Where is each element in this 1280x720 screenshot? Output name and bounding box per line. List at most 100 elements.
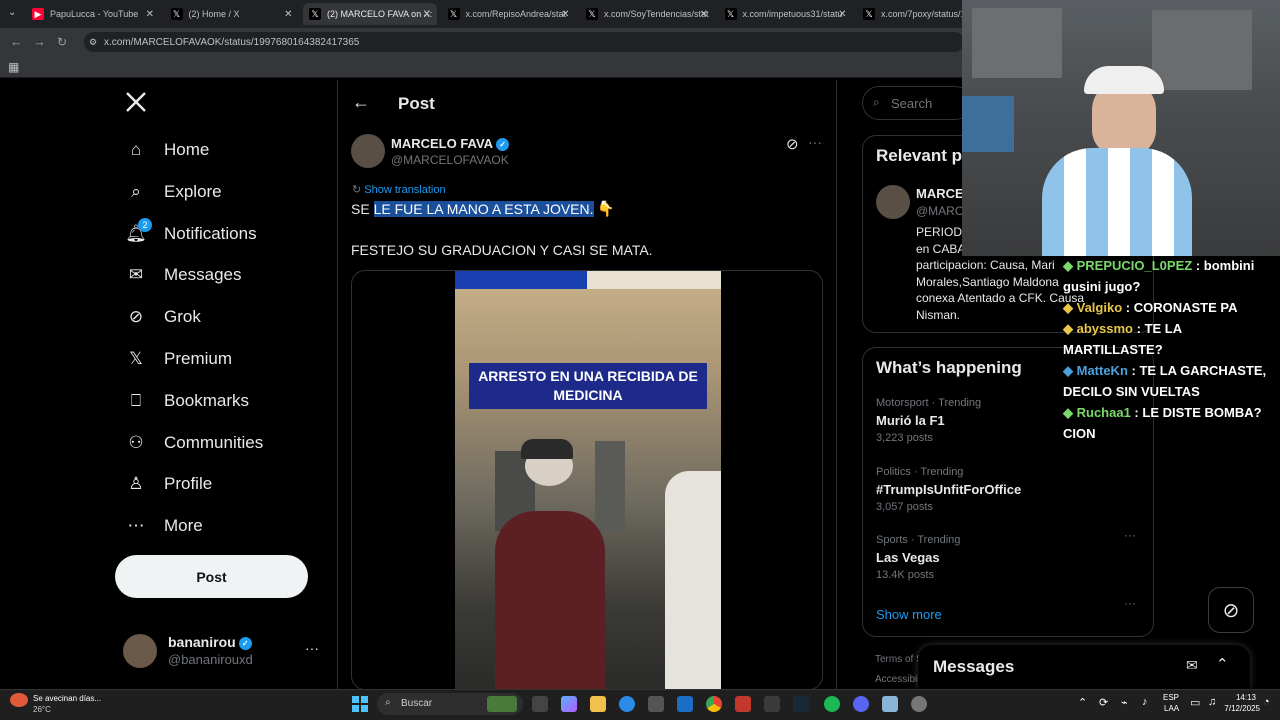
file-explorer-icon[interactable] <box>590 696 606 712</box>
tab-close-icon[interactable]: ✕ <box>146 9 154 20</box>
author-handle[interactable]: @MARCELOFAVAOK <box>391 153 509 167</box>
x-logo-icon[interactable] <box>124 90 150 116</box>
chat-badge-icon: ◆ <box>1063 258 1077 273</box>
chat-message: CION <box>1063 423 1280 444</box>
relevant-handle[interactable]: @MARC <box>916 204 964 218</box>
nav-item-home[interactable]: ⌂ Home <box>124 132 210 168</box>
tab-title: x.com/7poxy/status/19 <box>881 9 971 19</box>
task-view-icon[interactable] <box>532 696 548 712</box>
browser-tab[interactable]: 𝕏 (2) MARCELO FAVA on X: ✕ <box>303 3 437 25</box>
browser-tab[interactable]: 𝕏x.com/impetuous31/statu ✕ <box>719 3 853 25</box>
tray-app-icon[interactable]: ⟳ <box>1099 696 1108 709</box>
author-avatar[interactable] <box>351 134 385 168</box>
windows-taskbar <box>0 689 1280 720</box>
grok-icon[interactable]: ⊘ <box>786 135 799 153</box>
expand-icon[interactable]: ⌃ <box>1216 655 1229 673</box>
chrome-icon[interactable] <box>706 696 722 712</box>
app-icon[interactable] <box>882 696 898 712</box>
chat-badge-icon: ◆ <box>1063 405 1077 420</box>
relevant-name[interactable]: MARCE <box>916 186 964 201</box>
nav-item-profile[interactable]: ♙ Profile <box>124 466 212 502</box>
steam-icon[interactable] <box>793 696 809 712</box>
nav-item-label: Explore <box>164 181 222 201</box>
tab-close-icon[interactable]: ✕ <box>423 9 431 20</box>
obs-icon[interactable] <box>911 696 927 712</box>
nav-item-label: More <box>164 516 203 536</box>
footer-accessibility-link[interactable]: Accessibili <box>875 674 922 685</box>
trend-item[interactable]: Politics · Trending #TrumpIsUnfitForOffic… <box>876 466 1146 522</box>
nav-item-more[interactable]: ⋯ More <box>124 508 203 544</box>
post-button[interactable]: Post <box>115 555 308 598</box>
clock-time[interactable]: 14:13 <box>1226 693 1256 702</box>
volume-icon[interactable]: ♫ <box>1208 696 1216 708</box>
relevant-avatar[interactable] <box>876 185 910 219</box>
site-info-icon[interactable]: ⚙ <box>89 37 97 48</box>
url-input[interactable]: ⚙ x.com/MARCELOFAVAOK/status/19976801643… <box>84 32 964 52</box>
footer-terms-link[interactable]: Terms of S <box>875 654 923 665</box>
nav-item-grok[interactable]: ⊘ Grok <box>124 299 201 335</box>
back-icon[interactable]: ← <box>10 34 23 49</box>
language-indicator[interactable]: ESP <box>1163 693 1179 702</box>
windows-start-icon[interactable] <box>352 696 368 712</box>
clock-date[interactable]: 7/12/2025 <box>1222 704 1260 713</box>
new-message-icon[interactable]: ✉ <box>1186 657 1198 674</box>
notification-bell-icon[interactable]: ◔ <box>1263 696 1270 708</box>
weather-text[interactable]: Se avecinan días... <box>33 694 101 703</box>
nav-item-messages[interactable]: ✉ Messages <box>124 257 242 293</box>
chat-badge-icon: ◆ <box>1063 300 1077 315</box>
trend-more-icon[interactable]: ··· <box>1124 528 1136 542</box>
avatar[interactable] <box>123 634 157 668</box>
app-icon[interactable] <box>735 696 751 712</box>
chat-separator: : <box>1122 300 1131 315</box>
tab-close-icon[interactable]: ✕ <box>561 9 569 20</box>
tab-close-icon[interactable]: ✕ <box>700 9 708 20</box>
back-arrow-icon[interactable]: ← <box>352 92 370 113</box>
tab-close-icon[interactable]: ✕ <box>284 9 292 20</box>
messages-drawer[interactable]: Messages ✉ ⌃ <box>918 645 1250 690</box>
tray-network-icon[interactable]: ⌁ <box>1121 696 1128 709</box>
grok-floating-icon[interactable]: ⊘ <box>1208 587 1254 633</box>
nav-item-communities[interactable]: ⚇ Communities <box>124 425 263 461</box>
trend-more-icon[interactable]: ··· <box>1124 596 1136 610</box>
chat-username: Valgiko <box>1076 300 1123 315</box>
browser-tab[interactable]: 𝕏x.com/RepisoAndrea/stat ✕ <box>442 3 576 25</box>
browser-tab[interactable]: 𝕏x.com/SoyTendencias/stat ✕ <box>580 3 714 25</box>
microphone-icon[interactable]: ♪ <box>1142 696 1148 708</box>
outlook-icon[interactable] <box>677 696 693 712</box>
forward-icon[interactable]: → <box>33 34 46 49</box>
nav-item-premium[interactable]: 𝕏 Premium <box>124 341 232 377</box>
browser-tab[interactable]: 𝕏 (2) Home / X ✕ <box>165 3 299 25</box>
discord-icon[interactable] <box>853 696 869 712</box>
reload-icon[interactable]: ↻ <box>57 35 67 49</box>
browser-tab[interactable]: ▶ PapuLucca - YouTube ✕ <box>26 3 160 25</box>
spotify-icon[interactable] <box>824 696 840 712</box>
author-name[interactable]: MARCELO FAVA ✓ <box>391 136 510 152</box>
tab-title: (2) Home / X <box>188 9 240 19</box>
tray-chevron-icon[interactable]: ⌃ <box>1078 696 1087 709</box>
post-media-frame[interactable]: ARRESTO EN UNA RECIBIDA DE MEDICINA <box>351 270 823 690</box>
post-more-icon[interactable]: ··· <box>808 134 822 150</box>
webcam-poster <box>962 96 1014 152</box>
store-icon[interactable] <box>648 696 664 712</box>
weather-icon[interactable] <box>10 693 28 707</box>
nav-item-bookmarks[interactable]: ⎕ Bookmarks <box>124 383 249 419</box>
nav-item-notifications[interactable]: 🔔︎ 2 Notifications <box>124 216 257 252</box>
display-icon[interactable]: ▭ <box>1190 696 1200 709</box>
search-input[interactable]: ⌕ Search <box>862 86 972 120</box>
taskbar-search-input[interactable]: ⌕ Buscar <box>377 693 523 715</box>
chat-text: CION <box>1063 426 1096 441</box>
nav-item-explore[interactable]: ⌕ Explore <box>124 174 222 210</box>
copilot-icon[interactable] <box>561 696 577 712</box>
trend-item[interactable]: Sports · Trending Las Vegas 13.4K posts <box>876 534 1146 590</box>
show-more-link[interactable]: Show more <box>876 607 942 622</box>
show-translation-link[interactable]: ↻ Show translation <box>352 183 446 196</box>
tab-close-icon[interactable]: ✕ <box>838 9 846 20</box>
edge-icon[interactable] <box>619 696 635 712</box>
apps-grid-icon[interactable]: ▦ <box>8 60 19 74</box>
tab-list-dropdown[interactable]: ⌄ <box>8 7 16 18</box>
bio-line: Morales,Santiago Maldona <box>916 274 1059 289</box>
account-name: bananirou ✓ <box>168 634 252 650</box>
post-video[interactable]: ARRESTO EN UNA RECIBIDA DE MEDICINA <box>455 271 721 689</box>
account-more-icon[interactable]: ··· <box>305 640 319 656</box>
app-icon[interactable] <box>764 696 780 712</box>
